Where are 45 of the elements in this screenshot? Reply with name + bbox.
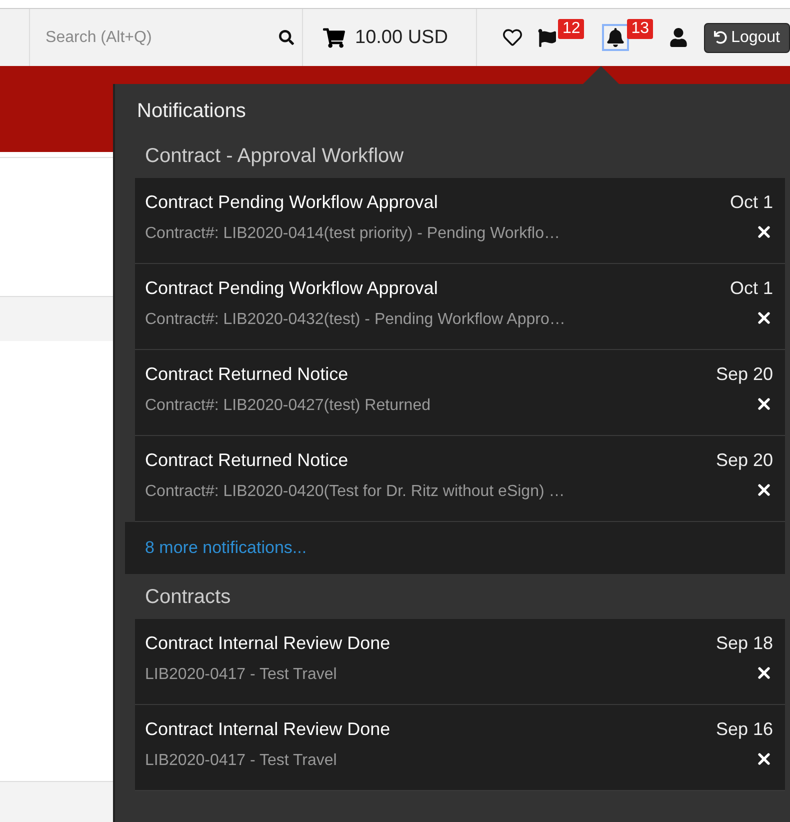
cart-total: 10.00 USD bbox=[355, 26, 448, 48]
notification-detail: Contract#: LIB2020-0432(test) - Pending Workflow Appro… bbox=[145, 311, 566, 329]
notification-item[interactable]: Contract Returned Notice Contract#: LIB2020-0427(test) Returned Sep 20 bbox=[135, 350, 785, 436]
notification-detail: LIB2020-0417 - Test Travel bbox=[145, 752, 338, 770]
close-icon[interactable] bbox=[755, 309, 773, 327]
cart-icon[interactable] bbox=[323, 26, 346, 48]
more-link[interactable]: 8 more notifications... bbox=[145, 538, 307, 558]
undo-icon bbox=[714, 31, 728, 44]
notification-title: Contract Pending Workflow Approval bbox=[145, 192, 439, 213]
notification-date: Oct 1 bbox=[730, 192, 773, 213]
notification-item[interactable]: Contract Internal Review Done LIB2020-0417 - Test Travel Sep 16 bbox=[135, 705, 785, 791]
notification-date: Sep 18 bbox=[716, 633, 773, 654]
notification-detail: Contract#: LIB2020-0414(test priority) - Pending Workflo… bbox=[145, 225, 560, 243]
notification-title: Contract Pending Workflow Approval bbox=[145, 278, 439, 299]
heart-icon[interactable] bbox=[501, 26, 524, 49]
notification-detail: Contract#: LIB2020-0427(test) Returned bbox=[145, 397, 430, 415]
logout-button[interactable]: Logout bbox=[704, 22, 790, 52]
bell-icon[interactable] bbox=[604, 26, 628, 49]
panel-title: Notifications bbox=[136, 99, 247, 124]
notification-date: Sep 16 bbox=[716, 719, 773, 740]
group-title: Contract - Approval Workflow bbox=[144, 144, 405, 169]
notification-item[interactable]: Contract Internal Review Done LIB2020-0417 - Test Travel Sep 18 bbox=[135, 619, 785, 705]
close-icon[interactable] bbox=[755, 481, 773, 499]
flag-count: 12 bbox=[558, 18, 584, 38]
notification-date: Oct 1 bbox=[730, 278, 773, 299]
search-field[interactable]: Search (Alt+Q) bbox=[30, 28, 272, 48]
notification-item[interactable]: Contract Pending Workflow Approval Contract#: LIB2020-0432(test) - Pending Workflow Appro… Oct 1 bbox=[135, 264, 785, 350]
close-icon[interactable] bbox=[755, 395, 773, 413]
notification-item[interactable]: Contract Returned Notice Contract#: LIB2020-0420(Test for Dr. Ritz without eSign) … Sep 20 bbox=[135, 436, 785, 522]
search-icon[interactable] bbox=[277, 28, 296, 47]
notification-title: Contract Returned Notice bbox=[145, 364, 350, 385]
notification-date: Sep 20 bbox=[716, 450, 773, 471]
notification-date: Sep 20 bbox=[716, 364, 773, 385]
notification-title: Contract Returned Notice bbox=[145, 450, 350, 471]
close-icon[interactable] bbox=[755, 750, 773, 768]
close-icon[interactable] bbox=[755, 664, 773, 682]
notification-detail: Contract#: LIB2020-0420(Test for Dr. Ritz without eSign) … bbox=[145, 483, 565, 501]
group-title: Contracts bbox=[144, 585, 232, 610]
close-icon[interactable] bbox=[755, 223, 773, 241]
flag-icon[interactable] bbox=[536, 26, 558, 48]
notification-item[interactable]: Contract Pending Workflow Approval Contract#: LIB2020-0414(test priority) - Pending Workflo… Oct 1 bbox=[135, 178, 785, 264]
bell-count: 13 bbox=[627, 18, 654, 38]
notification-detail: LIB2020-0417 - Test Travel bbox=[145, 666, 338, 684]
notification-title: Contract Internal Review Done bbox=[145, 633, 390, 654]
notification-title: Contract Internal Review Done bbox=[145, 719, 390, 740]
